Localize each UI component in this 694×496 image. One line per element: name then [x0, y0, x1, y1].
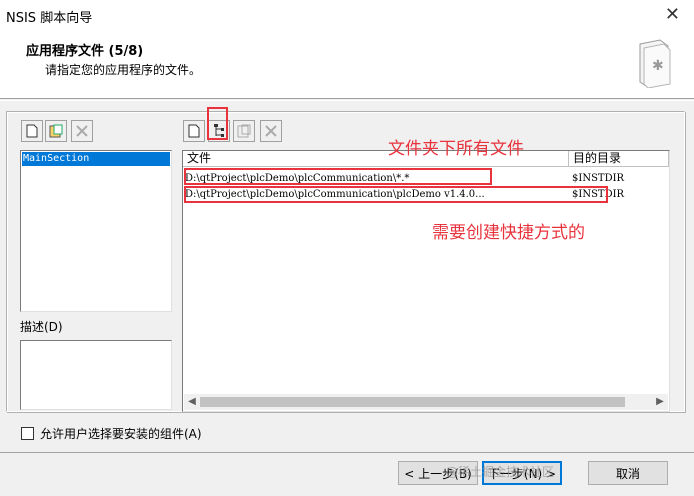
watermark: @稀土掘金技术社区 — [446, 465, 555, 479]
sections-list[interactable]: MainSection — [20, 150, 172, 312]
footer-divider — [0, 452, 694, 453]
page-subtitle: 请指定您的应用程序的文件。 — [45, 63, 202, 77]
wizard-header: 应用程序文件 (5/8) 请指定您的应用程序的文件。 ✱ — [0, 30, 694, 99]
annotation-box-tree-button — [207, 107, 228, 140]
scrollbar-thumb[interactable] — [200, 397, 625, 407]
title-bar: NSIS 脚本向导 ✕ — [0, 0, 694, 30]
horizontal-scrollbar[interactable]: ◀ ▶ — [184, 394, 668, 410]
description-label: 描述(D) — [20, 320, 63, 334]
column-header-destination[interactable]: 目的目录 — [569, 151, 669, 167]
edit-document-icon — [49, 124, 63, 138]
delete-section-button[interactable] — [71, 120, 93, 142]
delete-file-button[interactable] — [260, 120, 282, 142]
add-file-button[interactable] — [183, 120, 205, 142]
page-title: 应用程序文件 (5/8) — [26, 44, 144, 59]
annotation-box-folder-row — [184, 168, 492, 185]
new-document-icon — [26, 124, 38, 138]
destination-path: $INSTDIR — [572, 173, 625, 184]
allow-select-components-option[interactable]: 允许用户选择要安装的组件(A) — [21, 425, 202, 442]
window-title: NSIS 脚本向导 — [6, 11, 93, 26]
scroll-right-icon[interactable]: ▶ — [652, 394, 668, 410]
annotation-folder-files: 文件夹下所有文件 — [388, 139, 524, 159]
document-asterisk-icon: ✱ — [639, 39, 671, 88]
scroll-left-icon[interactable]: ◀ — [184, 394, 200, 410]
annotation-box-shortcut-row — [184, 186, 608, 203]
delete-icon — [76, 125, 88, 137]
allow-select-components-label: 允许用户选择要安装的组件(A) — [40, 427, 202, 441]
edit-file-button[interactable] — [233, 120, 255, 142]
delete-icon — [265, 125, 277, 137]
list-item[interactable]: MainSection — [22, 152, 170, 166]
header-divider — [0, 100, 694, 101]
annotation-shortcut-needed: 需要创建快捷方式的 — [432, 223, 585, 243]
new-document-icon — [188, 124, 200, 138]
edit-document-icon — [237, 124, 251, 138]
close-icon[interactable]: ✕ — [665, 4, 680, 25]
allow-select-components-checkbox[interactable] — [21, 427, 34, 440]
section-properties-button[interactable] — [45, 120, 67, 142]
cancel-button[interactable]: 取消 — [588, 461, 668, 485]
new-section-button[interactable] — [21, 120, 43, 142]
svg-text:✱: ✱ — [652, 58, 664, 74]
description-box — [20, 340, 172, 410]
